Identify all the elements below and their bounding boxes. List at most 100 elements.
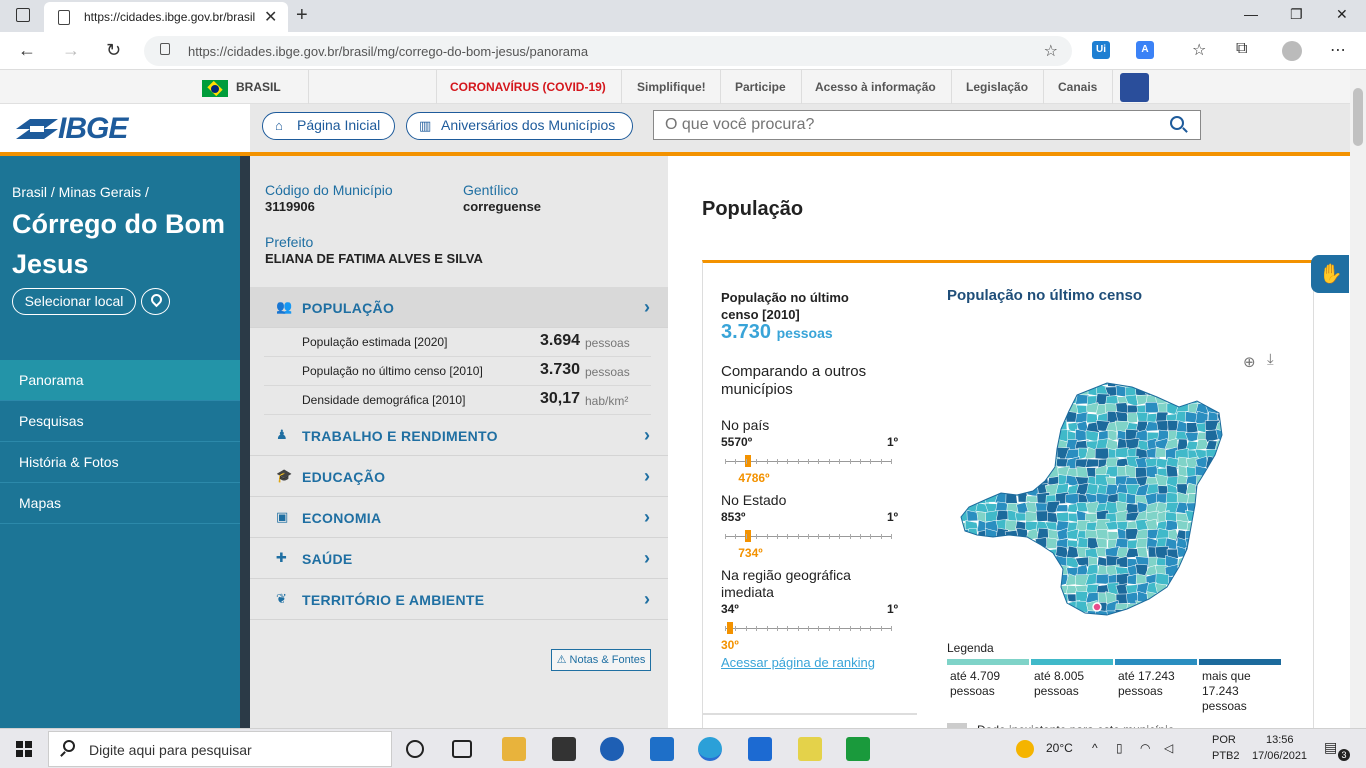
map-cell (1166, 592, 1181, 606)
app-s-icon[interactable] (748, 737, 772, 761)
map-cell (1166, 464, 1179, 479)
wifi-icon[interactable]: ◠ (1140, 741, 1150, 755)
map-cell (975, 608, 992, 615)
site-search[interactable] (653, 110, 1201, 140)
map-cell (1055, 402, 1070, 416)
store-icon[interactable] (552, 737, 576, 761)
favorite-star-icon[interactable]: ☆ (1044, 41, 1058, 61)
map-cell (1227, 386, 1241, 395)
notes-sources-button[interactable]: ⚠ Notas & Fontes (551, 649, 651, 671)
mail-icon[interactable] (650, 737, 674, 761)
maximize-icon[interactable]: ❐ (1290, 6, 1303, 23)
section-populacao[interactable]: 👥 POPULAÇÃO › (250, 287, 668, 328)
logo-area[interactable]: IBGE (0, 104, 250, 152)
page-scrollbar[interactable] (1350, 70, 1366, 728)
keyboard-layout[interactable]: PTB2 (1212, 750, 1240, 762)
tray-device-icon[interactable]: ▯ (1116, 741, 1123, 755)
edge-icon[interactable] (698, 737, 722, 761)
rank-tick (776, 459, 778, 464)
favorites-icon[interactable]: ☆ (1192, 40, 1206, 60)
ui-extension-icon[interactable]: Ui (1092, 41, 1110, 59)
section-educacao[interactable]: 🎓 EDUCAÇÃO › (250, 456, 668, 497)
section-trabalho[interactable]: ♟ TRABALHO E RENDIMENTO › (250, 415, 668, 456)
app-puzzle-icon[interactable] (798, 737, 822, 761)
govbar-link-acesso[interactable]: Acesso à informação (815, 80, 936, 94)
location-pin-icon[interactable] (141, 288, 170, 315)
zoom-icon[interactable]: ⊕ (1243, 353, 1256, 371)
choropleth-map[interactable] (957, 377, 1267, 627)
minimize-icon[interactable]: — (1244, 6, 1258, 22)
tray-chevron-icon[interactable]: ^ (1092, 741, 1098, 755)
more-menu-icon[interactable]: ⋯ (1330, 40, 1346, 60)
language-code[interactable]: POR (1212, 734, 1236, 746)
rank-tick (839, 534, 841, 539)
accessibility-icon[interactable] (1120, 73, 1149, 102)
volume-icon[interactable]: ◁ (1164, 741, 1173, 755)
sidebar-item-panorama[interactable]: Panorama (0, 360, 240, 401)
app-media-icon[interactable] (846, 737, 870, 761)
taskbar-search[interactable]: Digite aqui para pesquisar (48, 731, 392, 767)
address-bar[interactable]: https://cidades.ibge.gov.br/brasil/mg/co… (144, 36, 1072, 66)
sidebar-item-historia[interactable]: História & Fotos (0, 442, 240, 483)
anniversaries-button[interactable]: ▥ Aniversários dos Municípios (406, 112, 633, 140)
section-saude[interactable]: ✚ SAÚDE › (250, 538, 668, 579)
scrollbar-thumb[interactable] (1353, 88, 1363, 146)
map-cell (1206, 620, 1218, 627)
brasil-link[interactable]: BRASIL (236, 80, 281, 94)
translate-extension-icon[interactable]: A (1136, 41, 1154, 59)
map-cell (985, 447, 1001, 460)
sidebar-item-pesquisas[interactable]: Pesquisas (0, 401, 240, 442)
clock-date[interactable]: 17/06/2021 (1252, 750, 1307, 762)
file-explorer-icon[interactable] (502, 737, 526, 761)
tab-close-icon[interactable]: ✕ (264, 7, 277, 27)
govbar-link-simplifique[interactable]: Simplifique! (637, 80, 706, 94)
section-territorio[interactable]: ❦ TERRITÓRIO E AMBIENTE › (250, 579, 668, 620)
lock-icon[interactable] (160, 43, 170, 55)
browser-tab[interactable]: https://cidades.ibge.gov.br/brasil ✕ (44, 2, 288, 32)
home-button[interactable]: ⌂ Página Inicial (262, 112, 395, 140)
cortana-icon[interactable] (406, 740, 424, 758)
compare-heading: Comparando a outros municípios (721, 363, 867, 398)
map-cell (1257, 484, 1267, 496)
windows-start-icon[interactable] (16, 741, 32, 757)
govbar-link-covid[interactable]: CORONAVÍRUS (COVID-19) (450, 80, 606, 94)
map-cell (997, 582, 1012, 596)
search-icon[interactable] (1170, 116, 1184, 130)
map-cell (1006, 473, 1020, 488)
map-cell (1035, 430, 1050, 443)
libras-sign-language-icon[interactable] (1311, 255, 1349, 293)
map-cell (961, 429, 968, 444)
profile-avatar-icon[interactable] (1282, 41, 1302, 61)
url-text[interactable]: https://cidades.ibge.gov.br/brasil/mg/co… (188, 44, 588, 59)
weather-icon[interactable] (1016, 740, 1034, 758)
city-name: Córrego do Bom Jesus (12, 209, 225, 279)
govbar-link-participe[interactable]: Participe (735, 80, 786, 94)
clock-time[interactable]: 13:56 (1266, 734, 1294, 746)
map-cell (1256, 556, 1267, 568)
new-tab-icon[interactable]: + (296, 4, 308, 27)
tab-actions-icon[interactable] (16, 8, 30, 22)
task-view-icon[interactable] (452, 740, 472, 758)
select-location-button[interactable]: Selecionar local (12, 288, 136, 315)
forward-icon[interactable]: → (62, 40, 80, 61)
map-municipalities (961, 383, 1267, 627)
map-cell (1246, 530, 1260, 541)
dell-icon[interactable] (600, 737, 624, 761)
govbar-link-canais[interactable]: Canais (1058, 80, 1097, 94)
rank-tick (766, 626, 768, 631)
section-economia[interactable]: ▣ ECONOMIA › (250, 497, 668, 538)
search-input[interactable] (665, 116, 1145, 134)
ranking-link[interactable]: Acessar página de ranking (721, 655, 875, 670)
window-close-icon[interactable]: ✕ (1336, 6, 1348, 23)
back-icon[interactable]: ← (18, 40, 36, 61)
notifications-icon[interactable]: ▤ (1324, 739, 1337, 756)
sidebar-item-mapas[interactable]: Mapas (0, 483, 240, 524)
reload-icon[interactable]: ↻ (106, 40, 121, 61)
map-cell (1256, 466, 1267, 479)
collections-icon[interactable]: ⧉ (1236, 40, 1247, 58)
govbar-link-legislacao[interactable]: Legislação (966, 80, 1028, 94)
breadcrumb[interactable]: Brasil / Minas Gerais / (12, 184, 149, 200)
map-cell (1157, 600, 1170, 614)
weather-temp[interactable]: 20°C (1046, 741, 1073, 755)
download-icon[interactable]: ⤓ (1267, 351, 1274, 368)
